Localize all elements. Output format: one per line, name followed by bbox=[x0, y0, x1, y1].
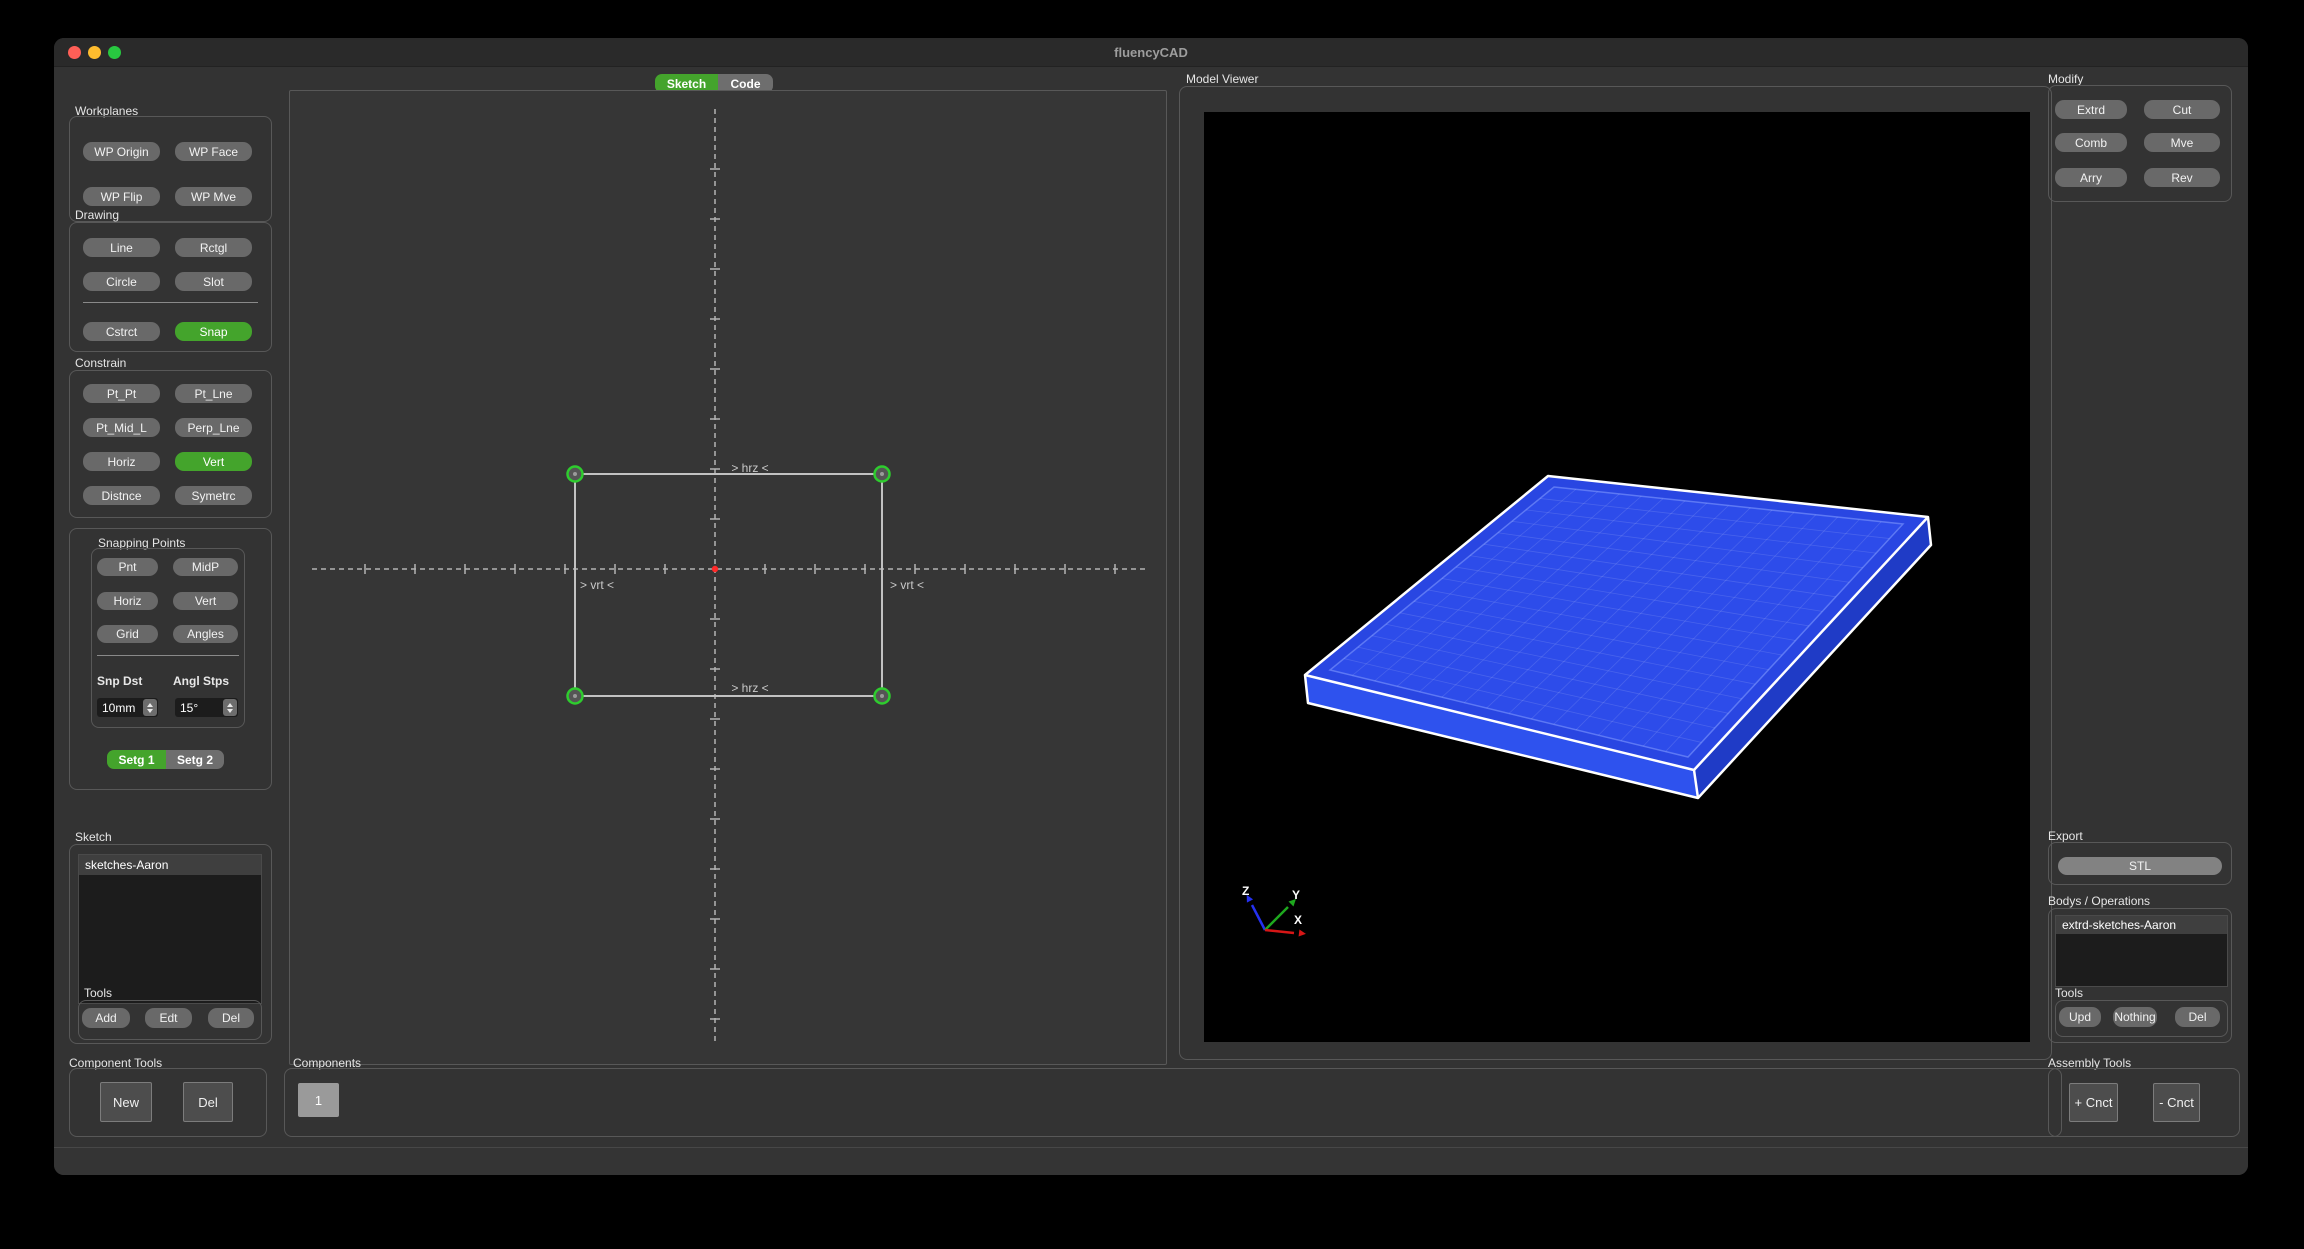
snap-distance-spinbox[interactable]: 10mm bbox=[97, 698, 158, 717]
vrt-constraint-label-right: > vrt < bbox=[890, 578, 924, 592]
sketch-list[interactable]: sketches-Aaron bbox=[78, 854, 262, 1004]
snap-midp-button[interactable]: MidP bbox=[173, 558, 238, 576]
snap-angles-button[interactable]: Angles bbox=[173, 625, 238, 643]
sketch-edt-button[interactable]: Edt bbox=[145, 1008, 192, 1028]
pt-lne-button[interactable]: Pt_Lne bbox=[175, 384, 252, 403]
vert-button[interactable]: Vert bbox=[175, 452, 252, 471]
sketch-tools-label: Tools bbox=[84, 986, 112, 1000]
circle-button[interactable]: Circle bbox=[83, 272, 160, 291]
snap-vert-button[interactable]: Vert bbox=[173, 592, 238, 610]
model-viewer-canvas[interactable]: Z Y X bbox=[1204, 112, 2030, 1042]
bodys-operations-label: Bodys / Operations bbox=[2048, 894, 2150, 908]
bodys-list[interactable]: extrd-sketches-Aaron bbox=[2055, 915, 2228, 987]
export-label: Export bbox=[2048, 829, 2083, 843]
model-viewer-label: Model Viewer bbox=[1186, 72, 1258, 86]
tab-setg-1[interactable]: Setg 1 bbox=[107, 750, 166, 769]
modify-label: Modify bbox=[2048, 72, 2083, 86]
components-group bbox=[284, 1068, 2062, 1137]
arry-button[interactable]: Arry bbox=[2055, 168, 2127, 187]
axis-z-label: Z bbox=[1242, 884, 1249, 898]
bodys-tools-label: Tools bbox=[2055, 986, 2083, 1000]
sketch-add-button[interactable]: Add bbox=[82, 1008, 130, 1028]
slot-button[interactable]: Slot bbox=[175, 272, 252, 291]
wp-origin-button[interactable]: WP Origin bbox=[83, 142, 160, 161]
mve-button[interactable]: Mve bbox=[2144, 133, 2220, 152]
orientation-axes: Z Y X bbox=[1242, 884, 1306, 937]
sketch-label: Sketch bbox=[75, 830, 112, 844]
wp-face-button[interactable]: WP Face bbox=[175, 142, 252, 161]
bodys-list-item[interactable]: extrd-sketches-Aaron bbox=[2056, 916, 2227, 934]
pt-mid-l-button[interactable]: Pt_Mid_L bbox=[83, 418, 160, 437]
drawing-separator bbox=[83, 302, 258, 303]
corner-handle bbox=[568, 467, 583, 482]
app-window: fluencyCAD Workplanes WP Origin WP Face … bbox=[54, 38, 2248, 1175]
component-1-button[interactable]: 1 bbox=[298, 1083, 339, 1117]
hrz-constraint-label-top: > hrz < bbox=[731, 461, 768, 475]
horiz-button[interactable]: Horiz bbox=[83, 452, 160, 471]
window-title: fluencyCAD bbox=[54, 45, 2248, 60]
angl-stps-label: Angl Stps bbox=[173, 674, 229, 688]
tab-setg-2[interactable]: Setg 2 bbox=[166, 750, 224, 769]
corner-handle bbox=[875, 689, 890, 704]
workplanes-group bbox=[69, 116, 272, 222]
corner-handle bbox=[568, 689, 583, 704]
model-3d-scene: Z Y X bbox=[1204, 112, 2030, 1042]
axis-x-label: X bbox=[1294, 913, 1302, 927]
title-bar[interactable]: fluencyCAD bbox=[54, 38, 2248, 67]
wp-mve-button[interactable]: WP Mve bbox=[175, 187, 252, 206]
component-new-button[interactable]: New bbox=[100, 1082, 152, 1122]
component-tools-group bbox=[69, 1068, 267, 1137]
sketch-list-item[interactable]: sketches-Aaron bbox=[79, 855, 261, 875]
corner-handles[interactable] bbox=[568, 467, 890, 704]
perp-lne-button[interactable]: Perp_Lne bbox=[175, 418, 252, 437]
hrz-constraint-label-bottom: > hrz < bbox=[731, 681, 768, 695]
del-body-button[interactable]: Del bbox=[2175, 1007, 2220, 1027]
snap-grid-button[interactable]: Grid bbox=[97, 625, 158, 643]
upd-button[interactable]: Upd bbox=[2059, 1007, 2101, 1027]
sketch-del-button[interactable]: Del bbox=[208, 1008, 254, 1028]
axis-y-label: Y bbox=[1292, 888, 1300, 902]
extrd-button[interactable]: Extrd bbox=[2055, 100, 2127, 119]
status-strip bbox=[54, 1147, 2248, 1175]
angle-steps-spinbox[interactable]: 15° bbox=[175, 698, 238, 717]
sketch-drawing: > hrz < > hrz < > vrt < > vrt < bbox=[290, 91, 1168, 1066]
rctgl-button[interactable]: Rctgl bbox=[175, 238, 252, 257]
snap-horiz-button[interactable]: Horiz bbox=[97, 592, 158, 610]
vrt-constraint-label-left: > vrt < bbox=[580, 578, 614, 592]
extruded-tray-model[interactable] bbox=[1305, 476, 1931, 798]
snp-dst-label: Snp Dst bbox=[97, 674, 142, 688]
axis-ticks bbox=[365, 169, 1115, 1019]
distnce-button[interactable]: Distnce bbox=[83, 486, 160, 505]
stl-export-button[interactable]: STL bbox=[2058, 857, 2222, 875]
add-connect-button[interactable]: + Cnct bbox=[2069, 1083, 2118, 1122]
sketch-rectangle[interactable] bbox=[575, 474, 882, 696]
snap-pnt-button[interactable]: Pnt bbox=[97, 558, 158, 576]
rev-button[interactable]: Rev bbox=[2144, 168, 2220, 187]
component-del-button[interactable]: Del bbox=[183, 1082, 233, 1122]
snap-button[interactable]: Snap bbox=[175, 322, 252, 341]
pt-pt-button[interactable]: Pt_Pt bbox=[83, 384, 160, 403]
angle-steps-value: 15° bbox=[175, 701, 223, 715]
angle-steps-stepper[interactable] bbox=[223, 699, 237, 716]
settings-tabs: Setg 1 Setg 2 bbox=[107, 750, 224, 769]
symetrc-button[interactable]: Symetrc bbox=[175, 486, 252, 505]
drawing-label: Drawing bbox=[75, 208, 119, 222]
wp-flip-button[interactable]: WP Flip bbox=[83, 187, 160, 206]
constrain-label: Constrain bbox=[75, 356, 126, 370]
cstrct-button[interactable]: Cstrct bbox=[83, 322, 160, 341]
nothing-button[interactable]: Nothing bbox=[2113, 1007, 2157, 1027]
comb-button[interactable]: Comb bbox=[2055, 133, 2127, 152]
remove-connect-button[interactable]: - Cnct bbox=[2153, 1083, 2200, 1122]
snap-distance-stepper[interactable] bbox=[143, 699, 157, 716]
sketch-canvas[interactable]: > hrz < > hrz < > vrt < > vrt < bbox=[289, 90, 1167, 1065]
snapping-separator bbox=[97, 655, 239, 656]
snap-distance-value: 10mm bbox=[97, 701, 143, 715]
line-button[interactable]: Line bbox=[83, 238, 160, 257]
origin-point bbox=[712, 566, 718, 572]
corner-handle bbox=[875, 467, 890, 482]
cut-button[interactable]: Cut bbox=[2144, 100, 2220, 119]
